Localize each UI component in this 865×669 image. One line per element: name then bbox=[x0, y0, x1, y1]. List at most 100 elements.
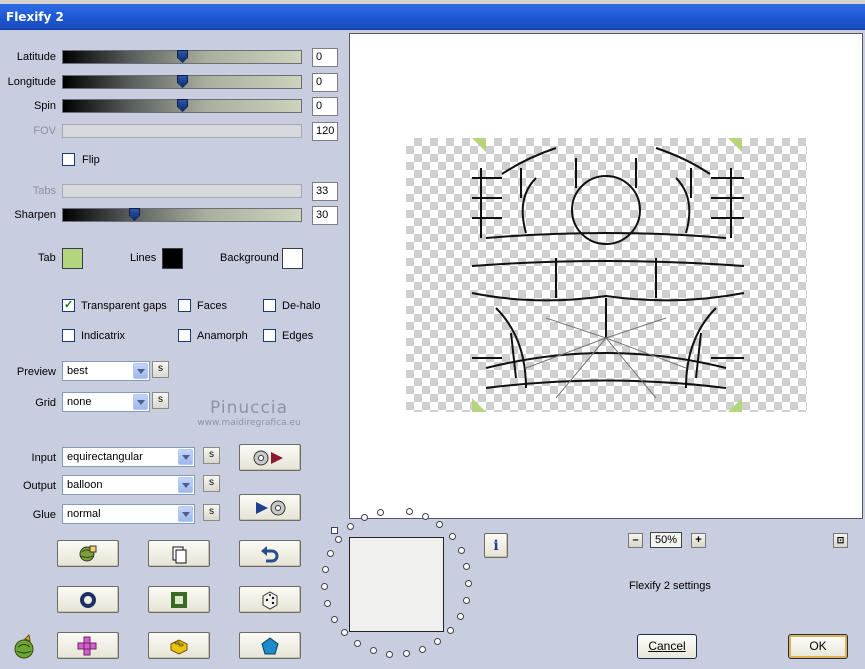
play-disc-icon bbox=[256, 500, 286, 515]
spin-value-field[interactable]: 0 bbox=[312, 97, 338, 116]
latitude-slider[interactable] bbox=[62, 50, 302, 64]
pentagon-button[interactable] bbox=[239, 632, 301, 659]
sharpen-slider-handle[interactable] bbox=[129, 208, 140, 221]
preview-select-label: Preview bbox=[16, 366, 56, 378]
ok-button[interactable]: OK bbox=[788, 634, 848, 659]
transparent-gaps-checkbox[interactable] bbox=[62, 298, 75, 312]
preview-image bbox=[406, 138, 807, 412]
input-select[interactable]: equirectangular bbox=[62, 447, 195, 467]
thumbnail-navigator[interactable] bbox=[349, 537, 444, 632]
grid-save-button[interactable]: s bbox=[152, 392, 169, 409]
cancel-button[interactable]: Cancel bbox=[637, 634, 697, 659]
flexified-line-pattern bbox=[471, 138, 745, 412]
indicatrix-checkbox[interactable] bbox=[62, 329, 75, 342]
fit-view-button[interactable]: ⊡ bbox=[833, 533, 848, 548]
chevron-down-icon[interactable] bbox=[178, 449, 193, 465]
chevron-down-icon[interactable] bbox=[133, 394, 148, 410]
tabs-slider bbox=[62, 184, 302, 198]
cross-layout-button[interactable] bbox=[57, 632, 119, 659]
background-color-swatch[interactable] bbox=[282, 248, 303, 269]
navigator-ring-dot bbox=[403, 650, 410, 657]
navigator-ring-dot bbox=[377, 509, 384, 516]
tabs-label: Tabs bbox=[32, 185, 56, 197]
random-dice-button[interactable] bbox=[239, 586, 301, 613]
tab-color-label: Tab bbox=[38, 252, 56, 264]
navigator-ring-dot bbox=[434, 638, 441, 645]
longitude-slider[interactable] bbox=[62, 75, 302, 89]
title-bar[interactable]: Flexify 2 bbox=[0, 4, 865, 30]
navigator-ring-dot bbox=[324, 600, 331, 607]
navigator-ring-dot bbox=[465, 580, 472, 587]
info-button[interactable]: i bbox=[484, 533, 508, 558]
navigator-ring-dot bbox=[436, 521, 443, 528]
navigator-ring-dot bbox=[347, 523, 354, 530]
copy-button[interactable] bbox=[148, 540, 210, 567]
background-color-label: Background bbox=[220, 252, 279, 264]
input-save-button[interactable]: s bbox=[203, 447, 220, 464]
longitude-value-field[interactable]: 0 bbox=[312, 73, 338, 92]
ring-icon bbox=[80, 591, 96, 608]
navigator-ring-dot bbox=[322, 566, 329, 573]
settings-status: Flexify 2 settings bbox=[629, 580, 711, 592]
spin-slider[interactable] bbox=[62, 99, 302, 113]
output-save-button[interactable]: s bbox=[203, 475, 220, 492]
frame-icon bbox=[171, 591, 187, 608]
tabs-value-field[interactable]: 33 bbox=[312, 182, 338, 201]
navigator-ring-dot bbox=[447, 627, 454, 634]
chevron-down-icon[interactable] bbox=[178, 477, 193, 493]
edges-checkbox[interactable] bbox=[263, 329, 276, 342]
navigator-ring-handle[interactable] bbox=[331, 527, 338, 534]
latitude-value-field[interactable]: 0 bbox=[312, 48, 338, 67]
glue-select[interactable]: normal bbox=[62, 504, 195, 524]
navigator-ring-dot bbox=[341, 629, 348, 636]
tab-color-swatch[interactable] bbox=[62, 248, 83, 269]
square-frame-button[interactable] bbox=[148, 586, 210, 613]
zoom-out-button[interactable]: – bbox=[628, 533, 643, 548]
navigator-ring-dot bbox=[327, 550, 334, 557]
sharpen-label: Sharpen bbox=[14, 209, 56, 221]
de-halo-checkbox[interactable] bbox=[263, 299, 276, 312]
glue-save-button[interactable]: s bbox=[203, 504, 220, 521]
grid-select-value: none bbox=[67, 396, 92, 408]
spin-slider-handle[interactable] bbox=[177, 99, 188, 112]
chevron-down-icon[interactable] bbox=[178, 506, 193, 522]
grid-select[interactable]: none bbox=[62, 392, 150, 412]
navigator-ring-dot bbox=[354, 640, 361, 647]
cross-cube-icon bbox=[77, 636, 97, 655]
navigator-ring-dot bbox=[331, 616, 338, 623]
longitude-label: Longitude bbox=[7, 76, 56, 88]
output-select-label: Output bbox=[22, 480, 56, 492]
anamorph-checkbox[interactable] bbox=[178, 329, 191, 342]
cancel-button-label: Cancel bbox=[648, 639, 686, 653]
sharpen-value-field[interactable]: 30 bbox=[312, 206, 338, 225]
ring-button[interactable] bbox=[57, 586, 119, 613]
input-to-output-button[interactable] bbox=[239, 494, 301, 521]
undo-button[interactable] bbox=[239, 540, 301, 567]
navigator-ring-dot bbox=[419, 646, 426, 653]
preview-select-value: best bbox=[67, 365, 88, 377]
info-icon: i bbox=[493, 537, 499, 554]
zoom-in-button[interactable]: + bbox=[691, 533, 706, 548]
longitude-slider-handle[interactable] bbox=[177, 75, 188, 88]
output-select[interactable]: balloon bbox=[62, 475, 195, 495]
brick-button[interactable] bbox=[148, 632, 210, 659]
flip-checkbox[interactable] bbox=[62, 153, 75, 166]
fov-value-field[interactable]: 120 bbox=[312, 122, 338, 141]
glue-select-value: normal bbox=[67, 508, 101, 520]
output-to-input-button[interactable] bbox=[239, 444, 301, 471]
preview-save-button[interactable]: s bbox=[152, 361, 169, 378]
watermark: Pinuccia www.maidiregrafica.eu bbox=[187, 398, 311, 428]
lines-color-label: Lines bbox=[130, 252, 157, 264]
spin-label: Spin bbox=[33, 100, 56, 112]
randomize-globe-button[interactable] bbox=[57, 540, 119, 567]
faces-label: Faces bbox=[197, 300, 227, 312]
globe-dice-icon bbox=[79, 545, 97, 561]
zoom-level: 50% bbox=[650, 532, 682, 548]
latitude-slider-handle[interactable] bbox=[177, 50, 188, 63]
preview-select[interactable]: best bbox=[62, 361, 150, 381]
lines-color-swatch[interactable] bbox=[162, 248, 183, 269]
navigator-ring-dot bbox=[361, 514, 368, 521]
chevron-down-icon[interactable] bbox=[133, 363, 148, 379]
faces-checkbox[interactable] bbox=[178, 299, 191, 312]
sharpen-slider[interactable] bbox=[62, 208, 302, 222]
